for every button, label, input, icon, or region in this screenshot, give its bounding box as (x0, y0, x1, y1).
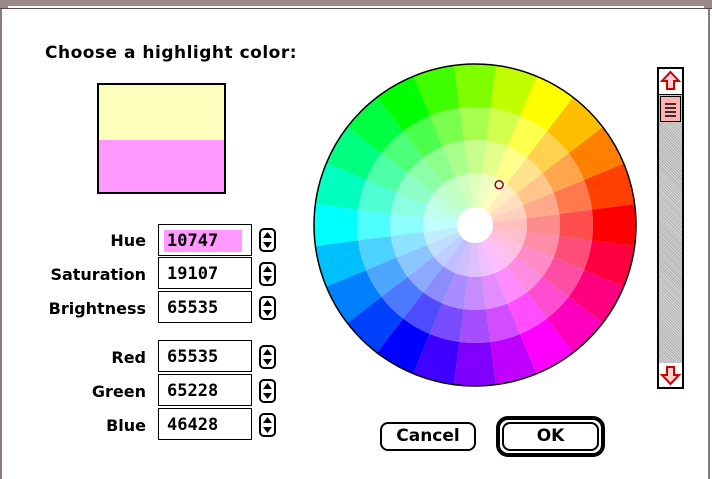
brightness-scrollbar[interactable] (657, 67, 684, 389)
brightness-field[interactable]: 65535 (158, 291, 252, 323)
arrow-up-icon (659, 70, 682, 90)
up-down-arrows-icon (263, 349, 272, 365)
arrow-down-icon (659, 366, 682, 386)
scroll-track[interactable] (659, 94, 682, 364)
wheel-segment[interactable] (459, 309, 491, 343)
hue-stepper[interactable] (259, 228, 276, 252)
original-color-swatch (99, 140, 224, 192)
scroll-down-button[interactable] (659, 363, 682, 387)
red-stepper[interactable] (259, 345, 276, 369)
brightness-label: Brightness (48, 299, 146, 318)
blue-stepper[interactable] (259, 413, 276, 437)
up-down-arrows-icon (263, 232, 272, 248)
saturation-label: Saturation (50, 265, 146, 284)
wheel-center[interactable] (457, 207, 493, 243)
wheel-segment[interactable] (453, 64, 497, 109)
saturation-field[interactable]: 19107 (158, 257, 252, 289)
hue-field[interactable]: 10747 (158, 224, 252, 256)
brightness-stepper[interactable] (259, 296, 276, 320)
blue-value[interactable]: 46428 (164, 414, 221, 436)
red-label: Red (111, 348, 146, 367)
hue-value[interactable]: 10747 (164, 230, 242, 252)
blue-label: Blue (106, 416, 146, 435)
grip-lines-icon (665, 103, 676, 117)
green-value[interactable]: 65228 (164, 380, 221, 402)
saturation-stepper[interactable] (259, 262, 276, 286)
green-field[interactable]: 65228 (158, 374, 252, 406)
wheel-segment[interactable] (559, 209, 593, 241)
hue-label: Hue (110, 231, 146, 250)
wheel-segment[interactable] (459, 107, 491, 141)
wheel-segment[interactable] (591, 203, 636, 247)
up-down-arrows-icon (263, 417, 272, 433)
new-color-swatch (99, 85, 224, 140)
red-value[interactable]: 65535 (164, 346, 221, 368)
scroll-up-button[interactable] (659, 69, 682, 93)
up-down-arrows-icon (263, 300, 272, 316)
saturation-value[interactable]: 19107 (164, 263, 221, 285)
wheel-segment[interactable] (314, 203, 359, 247)
dialog-prompt: Choose a highlight color: (45, 43, 298, 63)
wheel-segment[interactable] (453, 341, 497, 386)
green-label: Green (91, 382, 146, 401)
dialog-top-border (0, 0, 712, 9)
wheel-segment[interactable] (357, 209, 391, 241)
color-wheel[interactable] (312, 62, 638, 388)
cancel-button[interactable]: Cancel (380, 422, 476, 451)
ok-button[interactable]: OK (502, 422, 599, 451)
dialog-top-border-inner (8, 6, 704, 8)
up-down-arrows-icon (263, 383, 272, 399)
up-down-arrows-icon (263, 266, 272, 282)
green-stepper[interactable] (259, 379, 276, 403)
red-field[interactable]: 65535 (158, 340, 252, 372)
blue-field[interactable]: 46428 (158, 408, 252, 440)
brightness-value[interactable]: 65535 (164, 297, 221, 319)
scroll-thumb[interactable] (660, 96, 681, 122)
color-swatch (97, 83, 226, 194)
